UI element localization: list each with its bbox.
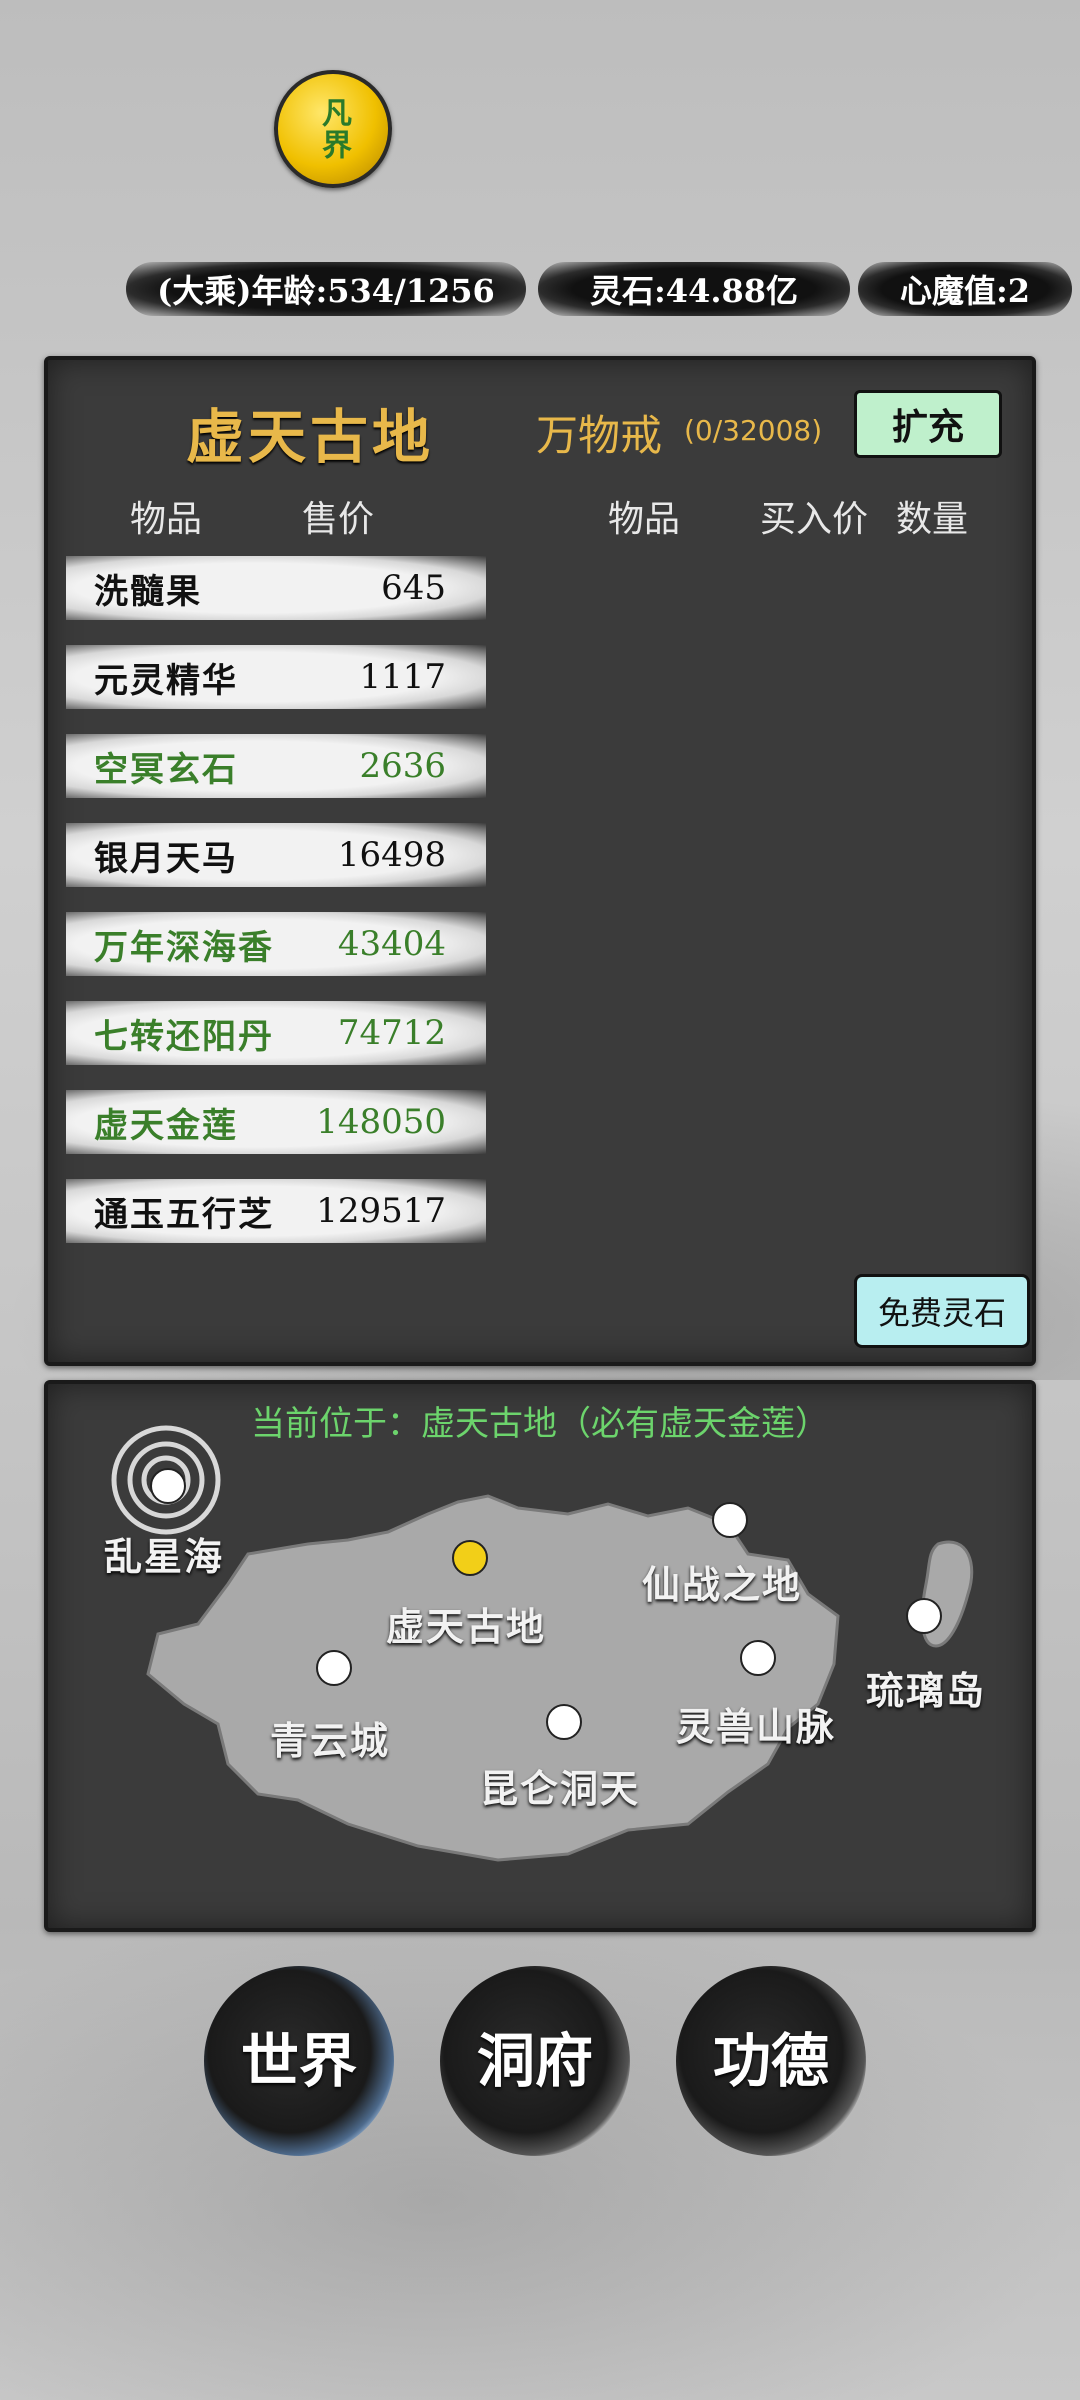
goods-row[interactable]: 银月天马 16498 xyxy=(66,823,486,887)
expand-button[interactable]: 扩充 xyxy=(854,390,1002,458)
goods-row[interactable]: 虚天金莲 148050 xyxy=(66,1090,486,1154)
nav-world-button[interactable]: 世界 xyxy=(204,1966,394,2156)
goods-price: 43404 xyxy=(337,924,446,964)
goods-list: 洗髓果 645 元灵精华 1117 空冥玄石 2636 银月天马 16498 万年深海香 4340… xyxy=(66,556,486,1268)
goods-row[interactable]: 空冥玄石 2636 xyxy=(66,734,486,798)
place-liulidao[interactable]: 琉璃岛 xyxy=(866,1660,986,1715)
goods-price: 645 xyxy=(381,568,446,608)
goods-row[interactable]: 七转还阳丹 74712 xyxy=(66,1001,486,1065)
demon-value-status: 心魔值:2 xyxy=(858,262,1072,316)
goods-name: 银月天马 xyxy=(94,838,238,879)
goods-price: 129517 xyxy=(316,1191,446,1231)
col-quantity: 数量 xyxy=(896,499,969,540)
map-landmass xyxy=(111,1425,974,1862)
goods-name: 万年深海香 xyxy=(94,927,274,968)
goods-price: 2636 xyxy=(359,746,446,786)
goods-row[interactable]: 洗髓果 645 xyxy=(66,556,486,620)
goods-price: 1117 xyxy=(359,657,446,697)
nav-merit-button[interactable]: 功德 xyxy=(676,1966,866,2156)
goods-name: 七转还阳丹 xyxy=(94,1016,274,1057)
nav-world-label: 世界 xyxy=(240,2027,357,2095)
goods-row[interactable]: 元灵精华 1117 xyxy=(66,645,486,709)
world-map-panel: 当前位于：虚天古地（必有虚天金莲） 乱星海 虚天古地 仙战之地 琉璃岛 青云城 … xyxy=(44,1380,1036,1932)
goods-price: 148050 xyxy=(316,1102,446,1142)
map-node-qingyuncheng[interactable] xyxy=(316,1650,352,1686)
goods-row[interactable]: 万年深海香 43404 xyxy=(66,912,486,976)
age-status: (大乘)年龄:534/1256 xyxy=(126,262,526,316)
col-sell-price: 售价 xyxy=(302,499,375,540)
col-item: 物品 xyxy=(130,499,203,540)
goods-price: 74712 xyxy=(337,1013,446,1053)
free-spirit-stone-button[interactable]: 免费灵石 xyxy=(854,1274,1030,1348)
goods-row[interactable]: 通玉五行芝 129517 xyxy=(66,1179,486,1243)
place-luanxinghai[interactable]: 乱星海 xyxy=(104,1526,224,1581)
market-panel: 虚天古地 万物戒 (0/32008) 扩充 物品 售价 物品 买入价 数量 洗髓… xyxy=(44,356,1036,1366)
realm-badge[interactable]: 凡界 xyxy=(274,70,392,188)
goods-name: 洗髓果 xyxy=(94,571,202,612)
nav-cave-button[interactable]: 洞府 xyxy=(440,1966,630,2156)
col-buy-price: 买入价 xyxy=(760,499,869,540)
map-node-xutiangudi[interactable] xyxy=(452,1540,488,1576)
goods-name: 空冥玄石 xyxy=(94,749,238,790)
goods-name: 虚天金莲 xyxy=(94,1105,238,1146)
col-item-owned: 物品 xyxy=(608,499,681,540)
nav-merit-label: 功德 xyxy=(712,2027,829,2095)
ring-title: 万物戒 xyxy=(536,411,663,460)
location-title: 虚天古地 xyxy=(186,403,435,471)
goods-name: 元灵精华 xyxy=(94,660,238,701)
place-xutiangudi[interactable]: 虚天古地 xyxy=(386,1596,546,1651)
place-kunlundongtian[interactable]: 昆仑洞天 xyxy=(480,1758,640,1813)
place-lingshoushanmai[interactable]: 灵兽山脉 xyxy=(676,1696,836,1751)
goods-name: 通玉五行芝 xyxy=(94,1194,274,1235)
goods-price: 16498 xyxy=(337,835,446,875)
map-node-lingshoushanmai[interactable] xyxy=(740,1640,776,1676)
current-location-text: 当前位于：虚天古地（必有虚天金莲） xyxy=(251,1404,829,1444)
place-xianzhanzhidi[interactable]: 仙战之地 xyxy=(642,1554,802,1609)
place-qingyuncheng[interactable]: 青云城 xyxy=(270,1710,390,1765)
nav-cave-label: 洞府 xyxy=(476,2027,593,2095)
map-node-luanxinghai[interactable] xyxy=(150,1468,186,1504)
map-node-xianzhanzhidi[interactable] xyxy=(712,1502,748,1538)
ring-capacity: (0/32008) xyxy=(684,414,823,447)
spirit-stone-status: 灵石:44.88亿 xyxy=(538,262,850,316)
map-node-kunlundongtian[interactable] xyxy=(546,1704,582,1740)
map-node-liulidao[interactable] xyxy=(906,1598,942,1634)
